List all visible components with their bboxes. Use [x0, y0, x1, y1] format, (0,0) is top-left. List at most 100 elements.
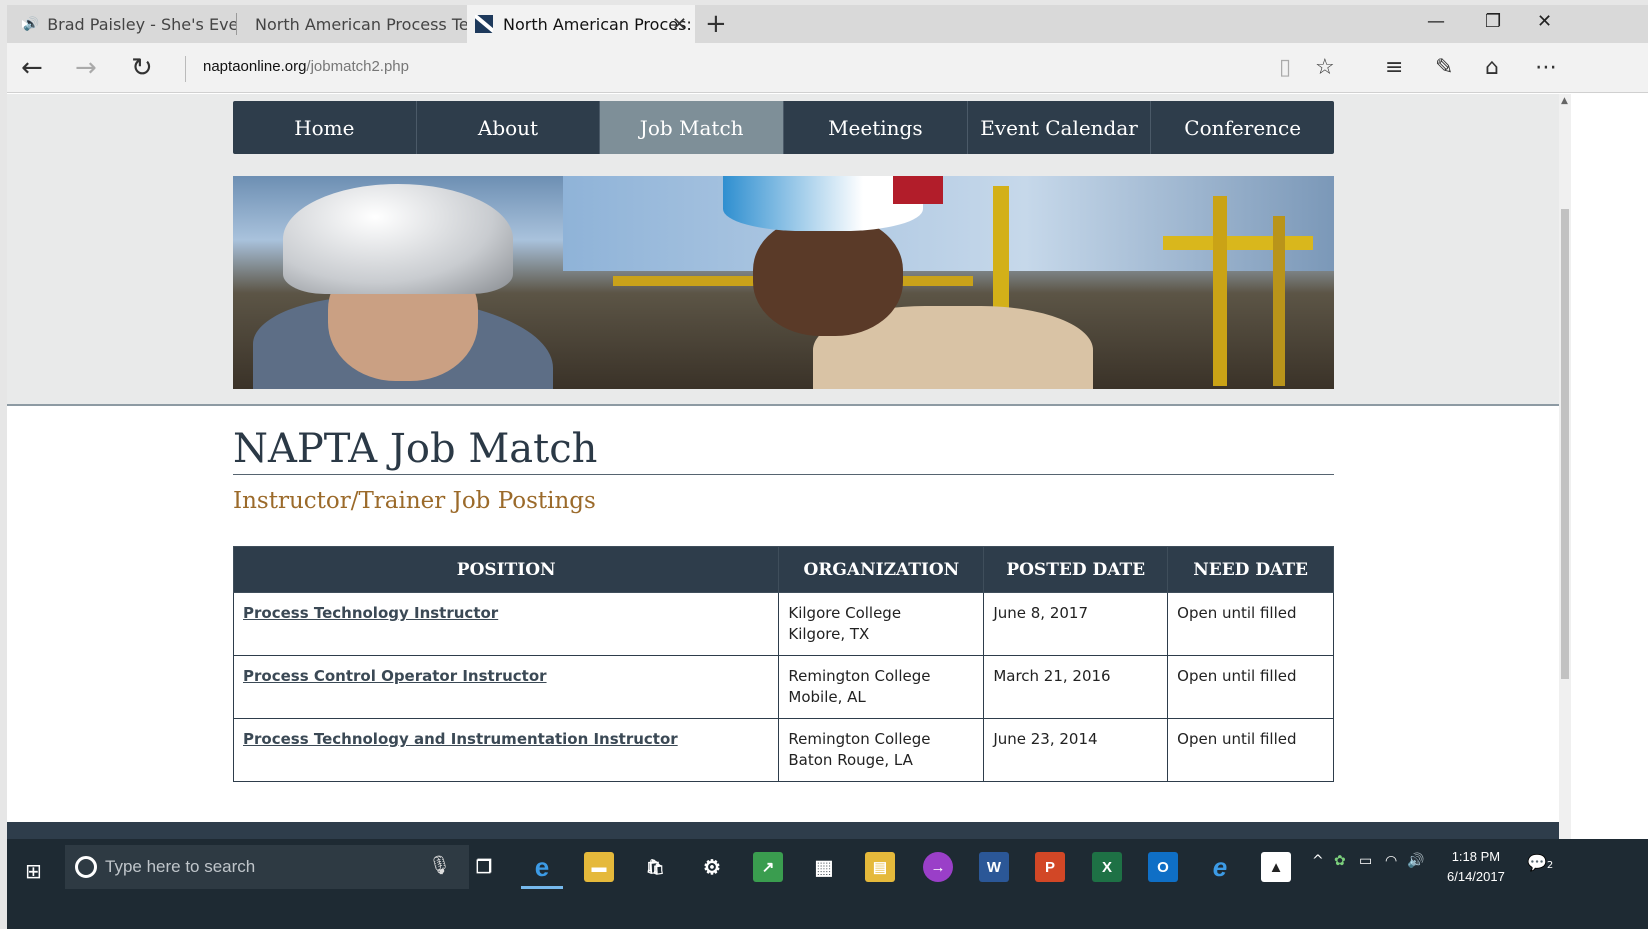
- files-icon[interactable]: ▤: [865, 852, 895, 882]
- task-view-icon[interactable]: ❐: [469, 852, 499, 882]
- header-posted-date: POSTED DATE: [983, 546, 1169, 593]
- taskbar-row: ⊞ Type here to search 🎙 ❐ e ▬ 🛍 ⚙ ↗ ▦ ▤ …: [7, 845, 1648, 889]
- battery-icon[interactable]: ▭: [1359, 853, 1372, 869]
- settings-gear-icon[interactable]: ⚙: [697, 852, 727, 882]
- need-date: Open until filled: [1167, 655, 1334, 719]
- hero-worker-1-hardhat: [283, 184, 513, 294]
- site-footer: [7, 822, 1559, 839]
- tab-youtube[interactable]: 🔊 Brad Paisley - She's Eve: [15, 5, 237, 43]
- url-domain: naptaonline.org: [203, 58, 307, 75]
- nav-home[interactable]: Home: [233, 101, 417, 154]
- table-row: Process Technology and Instrumentation I…: [232, 718, 1334, 782]
- header-position: POSITION: [232, 546, 780, 593]
- org-location: Baton Rouge, LA: [788, 751, 913, 769]
- table-row: Process Technology Instructor Kilgore Co…: [232, 592, 1334, 656]
- hub-icon[interactable]: ≡: [1385, 55, 1403, 80]
- org-location: Mobile, AL: [788, 688, 866, 706]
- posted-date: June 23, 2014: [983, 718, 1169, 782]
- search-box[interactable]: Type here to search 🎙: [65, 845, 469, 889]
- edge-icon[interactable]: e: [521, 852, 563, 889]
- close-window-button[interactable]: ✕: [1537, 11, 1552, 32]
- purple-app-icon[interactable]: →: [923, 852, 953, 882]
- outlook-icon[interactable]: O: [1148, 852, 1178, 882]
- org-name: Kilgore College: [788, 604, 902, 622]
- main-nav: Home About Job Match Meetings Event Cale…: [233, 101, 1334, 154]
- posted-date: June 8, 2017: [983, 592, 1169, 656]
- org-location: Kilgore, TX: [788, 625, 870, 643]
- action-center-icon[interactable]: 💬2: [1527, 853, 1553, 872]
- url-field[interactable]: naptaonline.org/jobmatch2.php: [203, 58, 409, 75]
- nav-event-calendar[interactable]: Event Calendar: [968, 101, 1152, 154]
- tab-bar: 🔊 Brad Paisley - She's Eve North America…: [7, 5, 1648, 43]
- job-link[interactable]: Process Control Operator Instructor: [243, 667, 547, 685]
- close-tab-icon[interactable]: ✕: [672, 14, 687, 35]
- url-path: /jobmatch2.php: [306, 58, 409, 75]
- hero-worker-2-face: [753, 216, 903, 336]
- hero-red-hardhat: [893, 176, 943, 204]
- share-icon[interactable]: ⌂: [1485, 55, 1499, 80]
- photos-icon[interactable]: ▲: [1261, 852, 1291, 882]
- clock-date: 6/14/2017: [1447, 869, 1505, 884]
- job-link[interactable]: Process Technology and Instrumentation I…: [243, 730, 678, 748]
- word-icon[interactable]: W: [979, 852, 1009, 882]
- header-need-date: NEED DATE: [1167, 546, 1334, 593]
- notification-count: 2: [1546, 860, 1554, 871]
- nav-about[interactable]: About: [417, 101, 601, 154]
- microphone-icon[interactable]: 🎙: [428, 855, 451, 876]
- page-subtitle: Instructor/Trainer Job Postings: [233, 488, 596, 514]
- scroll-up-icon[interactable]: ▲: [1561, 96, 1568, 106]
- back-button[interactable]: ←: [21, 53, 43, 83]
- header-organization: ORGANIZATION: [778, 546, 985, 593]
- restore-button[interactable]: ❐: [1485, 11, 1501, 32]
- reading-view-icon[interactable]: ▯: [1279, 55, 1291, 80]
- nav-meetings[interactable]: Meetings: [784, 101, 968, 154]
- napta-icon: [475, 15, 493, 33]
- hero-rig-beam: [1163, 236, 1313, 250]
- nav-conference[interactable]: Conference: [1151, 101, 1334, 154]
- more-options-icon[interactable]: ⋯: [1535, 55, 1557, 80]
- tab-divider: [236, 13, 237, 35]
- need-date: Open until filled: [1167, 718, 1334, 782]
- windows-start-icon[interactable]: ⊞: [25, 859, 42, 883]
- excel-icon[interactable]: X: [1092, 852, 1122, 882]
- scroll-thumb[interactable]: [1561, 209, 1569, 679]
- posted-date: March 21, 2016: [983, 655, 1169, 719]
- page-scrollbar[interactable]: ▲: [1559, 94, 1571, 839]
- cortana-icon: [75, 856, 97, 878]
- forward-button[interactable]: →: [75, 53, 97, 83]
- tab-napta-1[interactable]: North American Process Tec: [245, 5, 467, 43]
- hero-rig-post: [1273, 216, 1285, 386]
- hero-image: [233, 176, 1334, 389]
- org-name: Remington College: [788, 730, 931, 748]
- favorite-star-icon[interactable]: ☆: [1315, 55, 1335, 80]
- wifi-icon[interactable]: ◠: [1385, 853, 1397, 869]
- web-note-icon[interactable]: ✎: [1435, 55, 1453, 80]
- title-divider: [233, 474, 1334, 475]
- need-date: Open until filled: [1167, 592, 1334, 656]
- address-divider: [185, 56, 186, 82]
- table-row: Process Control Operator Instructor Remi…: [232, 655, 1334, 719]
- tab-napta-active[interactable]: North American Proces: ✕: [467, 5, 695, 43]
- calculator-icon[interactable]: ▦: [809, 852, 839, 882]
- powerpoint-icon[interactable]: P: [1035, 852, 1065, 882]
- job-link[interactable]: Process Technology Instructor: [243, 604, 498, 622]
- file-explorer-icon[interactable]: ▬: [584, 852, 614, 882]
- address-bar: ← → ↻ naptaonline.org/jobmatch2.php ▯ ☆ …: [7, 43, 1648, 93]
- minimize-button[interactable]: —: [1427, 11, 1445, 32]
- clock-time: 1:18 PM: [1451, 849, 1501, 864]
- volume-icon[interactable]: 🔊: [1407, 853, 1424, 869]
- tab-title: North American Process Tec: [255, 14, 467, 34]
- internet-explorer-icon[interactable]: e: [1205, 852, 1235, 882]
- hero-rig-post: [1213, 196, 1227, 386]
- web-page: Home About Job Match Meetings Event Cale…: [7, 94, 1648, 839]
- header-band: Home About Job Match Meetings Event Cale…: [7, 94, 1559, 406]
- nav-job-match[interactable]: Job Match: [600, 101, 785, 154]
- store-icon[interactable]: 🛍: [640, 852, 670, 882]
- money-app-icon[interactable]: ↗: [753, 852, 783, 882]
- taskbar-clock[interactable]: 1:18 PM 6/14/2017: [1447, 847, 1505, 887]
- new-tab-button[interactable]: +: [705, 9, 727, 39]
- show-hidden-icons-icon[interactable]: ^: [1312, 853, 1324, 869]
- refresh-button[interactable]: ↻: [131, 53, 153, 83]
- windows-taskbar: ⊞ Type here to search 🎙 ❐ e ▬ 🛍 ⚙ ↗ ▦ ▤ …: [7, 839, 1648, 929]
- network-app-icon[interactable]: ✿: [1334, 853, 1346, 869]
